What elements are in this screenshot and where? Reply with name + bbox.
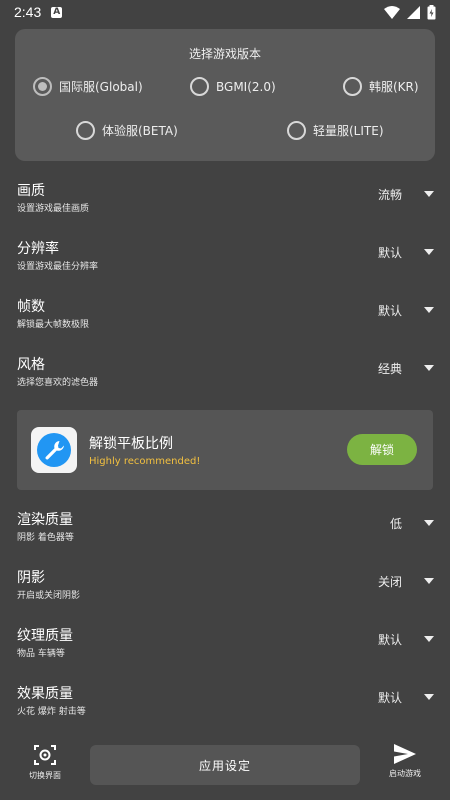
version-selector-title: 选择游戏版本 bbox=[188, 47, 261, 61]
setting-title: 分辨率 bbox=[17, 241, 59, 257]
radio-label: 体验服(BETA) bbox=[102, 124, 178, 138]
setting-title: 阴影 bbox=[17, 570, 45, 586]
radio-version-global[interactable]: 国际服(Global) bbox=[33, 77, 143, 96]
apply-settings-button[interactable]: 应用设定 bbox=[90, 745, 360, 785]
radio-label: BGMI(2.0) bbox=[216, 79, 276, 94]
status-icons bbox=[384, 4, 436, 20]
setting-value[interactable]: 默认 bbox=[378, 244, 402, 261]
setting-shadows[interactable]: 阴影 开启或关闭阴影 关闭 bbox=[0, 567, 450, 613]
launch-game-label: 启动游戏 bbox=[389, 769, 421, 778]
radio-version-beta[interactable]: 体验服(BETA) bbox=[76, 121, 178, 140]
switch-interface-button[interactable]: 切换界面 bbox=[22, 744, 68, 788]
setting-value[interactable]: 默认 bbox=[378, 689, 402, 706]
radio-version-kr[interactable]: 韩服(KR) bbox=[343, 77, 419, 96]
radio-unselected-icon bbox=[76, 121, 95, 140]
version-selector-card: 选择游戏版本 国际服(Global) BGMI(2.0) 韩服(KR) 体验服(… bbox=[15, 29, 435, 161]
launch-game-button[interactable]: 启动游戏 bbox=[380, 744, 430, 788]
radio-version-bgmi[interactable]: BGMI(2.0) bbox=[190, 77, 276, 96]
promo-card: 解锁平板比例 Highly recommended! 解锁 bbox=[17, 410, 433, 490]
radio-selected-icon bbox=[33, 77, 52, 96]
setting-title: 纹理质量 bbox=[17, 628, 73, 644]
dropdown-arrow-icon[interactable] bbox=[424, 307, 434, 313]
radio-unselected-icon bbox=[343, 77, 362, 96]
dropdown-arrow-icon[interactable] bbox=[424, 365, 434, 371]
setting-subtitle: 设置游戏最佳画质 bbox=[17, 204, 90, 214]
switch-camera-icon bbox=[34, 745, 56, 765]
setting-style[interactable]: 风格 选择您喜欢的滤色器 经典 bbox=[0, 354, 450, 400]
setting-subtitle: 选择您喜欢的滤色器 bbox=[17, 378, 99, 388]
setting-title: 画质 bbox=[17, 183, 45, 199]
setting-graphics[interactable]: 画质 设置游戏最佳画质 流畅 bbox=[0, 180, 450, 226]
battery-icon bbox=[427, 4, 436, 19]
setting-resolution[interactable]: 分辨率 设置游戏最佳分辨率 默认 bbox=[0, 238, 450, 284]
dropdown-arrow-icon[interactable] bbox=[424, 249, 434, 255]
setting-subtitle: 开启或关闭阴影 bbox=[17, 591, 81, 601]
dropdown-arrow-icon[interactable] bbox=[424, 694, 434, 700]
dropdown-arrow-icon[interactable] bbox=[424, 636, 434, 642]
switch-interface-label: 切换界面 bbox=[29, 771, 61, 780]
setting-title: 渲染质量 bbox=[17, 512, 73, 528]
radio-label: 韩服(KR) bbox=[369, 80, 419, 94]
radio-label: 国际服(Global) bbox=[59, 80, 143, 94]
unlock-button[interactable]: 解锁 bbox=[347, 434, 417, 465]
setting-texture-quality[interactable]: 纹理质量 物品 车辆等 默认 bbox=[0, 625, 450, 671]
setting-subtitle: 设置游戏最佳分辨率 bbox=[17, 262, 99, 272]
promo-subtitle: Highly recommended! bbox=[89, 456, 201, 467]
setting-value[interactable]: 流畅 bbox=[378, 186, 402, 203]
setting-subtitle: 解锁最大帧数极限 bbox=[17, 320, 90, 330]
app-icon bbox=[31, 427, 77, 473]
setting-title: 风格 bbox=[17, 357, 45, 373]
status-time: 2:43 bbox=[14, 4, 42, 20]
radio-unselected-icon bbox=[190, 77, 209, 96]
radio-label: 轻量服(LITE) bbox=[313, 124, 384, 138]
setting-subtitle: 阴影 着色器等 bbox=[17, 533, 74, 543]
setting-subtitle: 物品 车辆等 bbox=[17, 649, 65, 659]
radio-unselected-icon bbox=[287, 121, 306, 140]
dropdown-arrow-icon[interactable] bbox=[424, 578, 434, 584]
setting-value[interactable]: 低 bbox=[390, 515, 402, 532]
dropdown-arrow-icon[interactable] bbox=[424, 520, 434, 526]
setting-value[interactable]: 关闭 bbox=[378, 573, 402, 590]
setting-title: 效果质量 bbox=[17, 686, 73, 702]
setting-title: 帧数 bbox=[17, 299, 45, 315]
status-bar: 2:43 A bbox=[0, 0, 450, 24]
wrench-icon bbox=[37, 433, 71, 467]
signal-icon bbox=[407, 5, 420, 19]
setting-fps[interactable]: 帧数 解锁最大帧数极限 默认 bbox=[0, 296, 450, 342]
radio-version-lite[interactable]: 轻量服(LITE) bbox=[287, 121, 384, 140]
dropdown-arrow-icon[interactable] bbox=[424, 191, 434, 197]
setting-value[interactable]: 经典 bbox=[378, 360, 402, 377]
setting-render-quality[interactable]: 渲染质量 阴影 着色器等 低 bbox=[0, 509, 450, 555]
setting-value[interactable]: 默认 bbox=[378, 631, 402, 648]
setting-effect-quality[interactable]: 效果质量 火花 爆炸 射击等 默认 bbox=[0, 683, 450, 729]
setting-subtitle: 火花 爆炸 射击等 bbox=[17, 707, 86, 717]
promo-title: 解锁平板比例 bbox=[89, 436, 173, 452]
wifi-icon bbox=[384, 5, 400, 19]
send-icon bbox=[394, 744, 416, 764]
setting-value[interactable]: 默认 bbox=[378, 302, 402, 319]
notification-icon: A bbox=[51, 6, 63, 18]
